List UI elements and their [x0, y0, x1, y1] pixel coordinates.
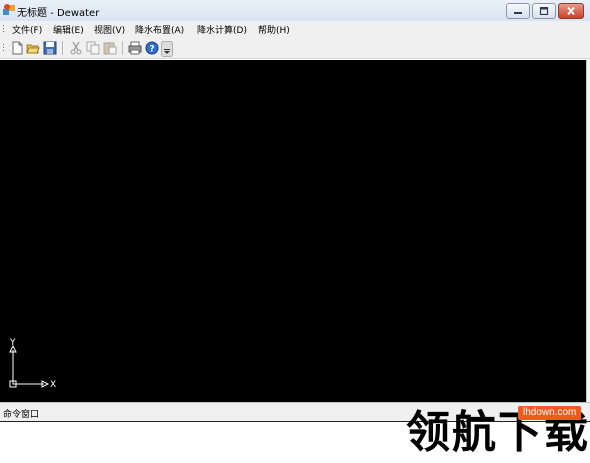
- minimize-icon: [514, 12, 522, 14]
- copy-icon[interactable]: [86, 41, 100, 55]
- ucs-y-label: Y: [10, 338, 16, 348]
- command-window-title: 命令窗口: [3, 410, 40, 420]
- toolbar: ?: [0, 37, 590, 59]
- close-icon: [567, 7, 575, 15]
- drawing-canvas[interactable]: Y X: [0, 60, 586, 402]
- ucs-x-label: X: [50, 380, 57, 390]
- menu-dewater-layout[interactable]: 降水布置(A): [135, 23, 184, 36]
- vertical-scrollbar[interactable]: [586, 60, 590, 402]
- app-icon: [3, 4, 15, 15]
- print-icon[interactable]: [128, 41, 142, 55]
- window-controls: [506, 3, 584, 19]
- save-icon[interactable]: [43, 41, 57, 55]
- svg-text:?: ?: [149, 45, 154, 55]
- maximize-icon: [539, 7, 549, 15]
- paste-icon[interactable]: [103, 41, 117, 55]
- menu-view[interactable]: 视图(V): [94, 23, 125, 36]
- menu-edit[interactable]: 编辑(E): [53, 23, 84, 36]
- menu-help[interactable]: 帮助(H): [258, 23, 290, 36]
- minimize-button[interactable]: [506, 3, 530, 19]
- cut-icon[interactable]: [69, 41, 83, 55]
- menubar-grip-icon[interactable]: [2, 24, 5, 34]
- watermark-badge: lhdown.com: [518, 406, 582, 420]
- window-title: 无标题 - Dewater: [17, 8, 100, 19]
- new-file-icon[interactable]: [10, 41, 24, 55]
- toolbar-overflow-icon[interactable]: [161, 41, 173, 57]
- help-icon[interactable]: ?: [145, 41, 159, 55]
- maximize-button[interactable]: [532, 3, 556, 19]
- toolbar-separator: [122, 41, 123, 55]
- toolbar-separator: [62, 41, 63, 55]
- menu-dewater-calc[interactable]: 降水计算(D): [197, 23, 247, 36]
- toolbar-grip-icon[interactable]: [2, 43, 5, 53]
- menu-file[interactable]: 文件(F): [12, 23, 42, 36]
- close-button[interactable]: [558, 3, 584, 19]
- open-folder-icon[interactable]: [26, 41, 40, 55]
- watermark-logo: 领航下载 lhdown.com: [406, 404, 590, 463]
- title-bar[interactable]: 无标题 - Dewater: [0, 0, 590, 21]
- menu-bar: 文件(F) 编辑(E) 视图(V) 降水布置(A) 降水计算(D) 帮助(H): [0, 21, 590, 37]
